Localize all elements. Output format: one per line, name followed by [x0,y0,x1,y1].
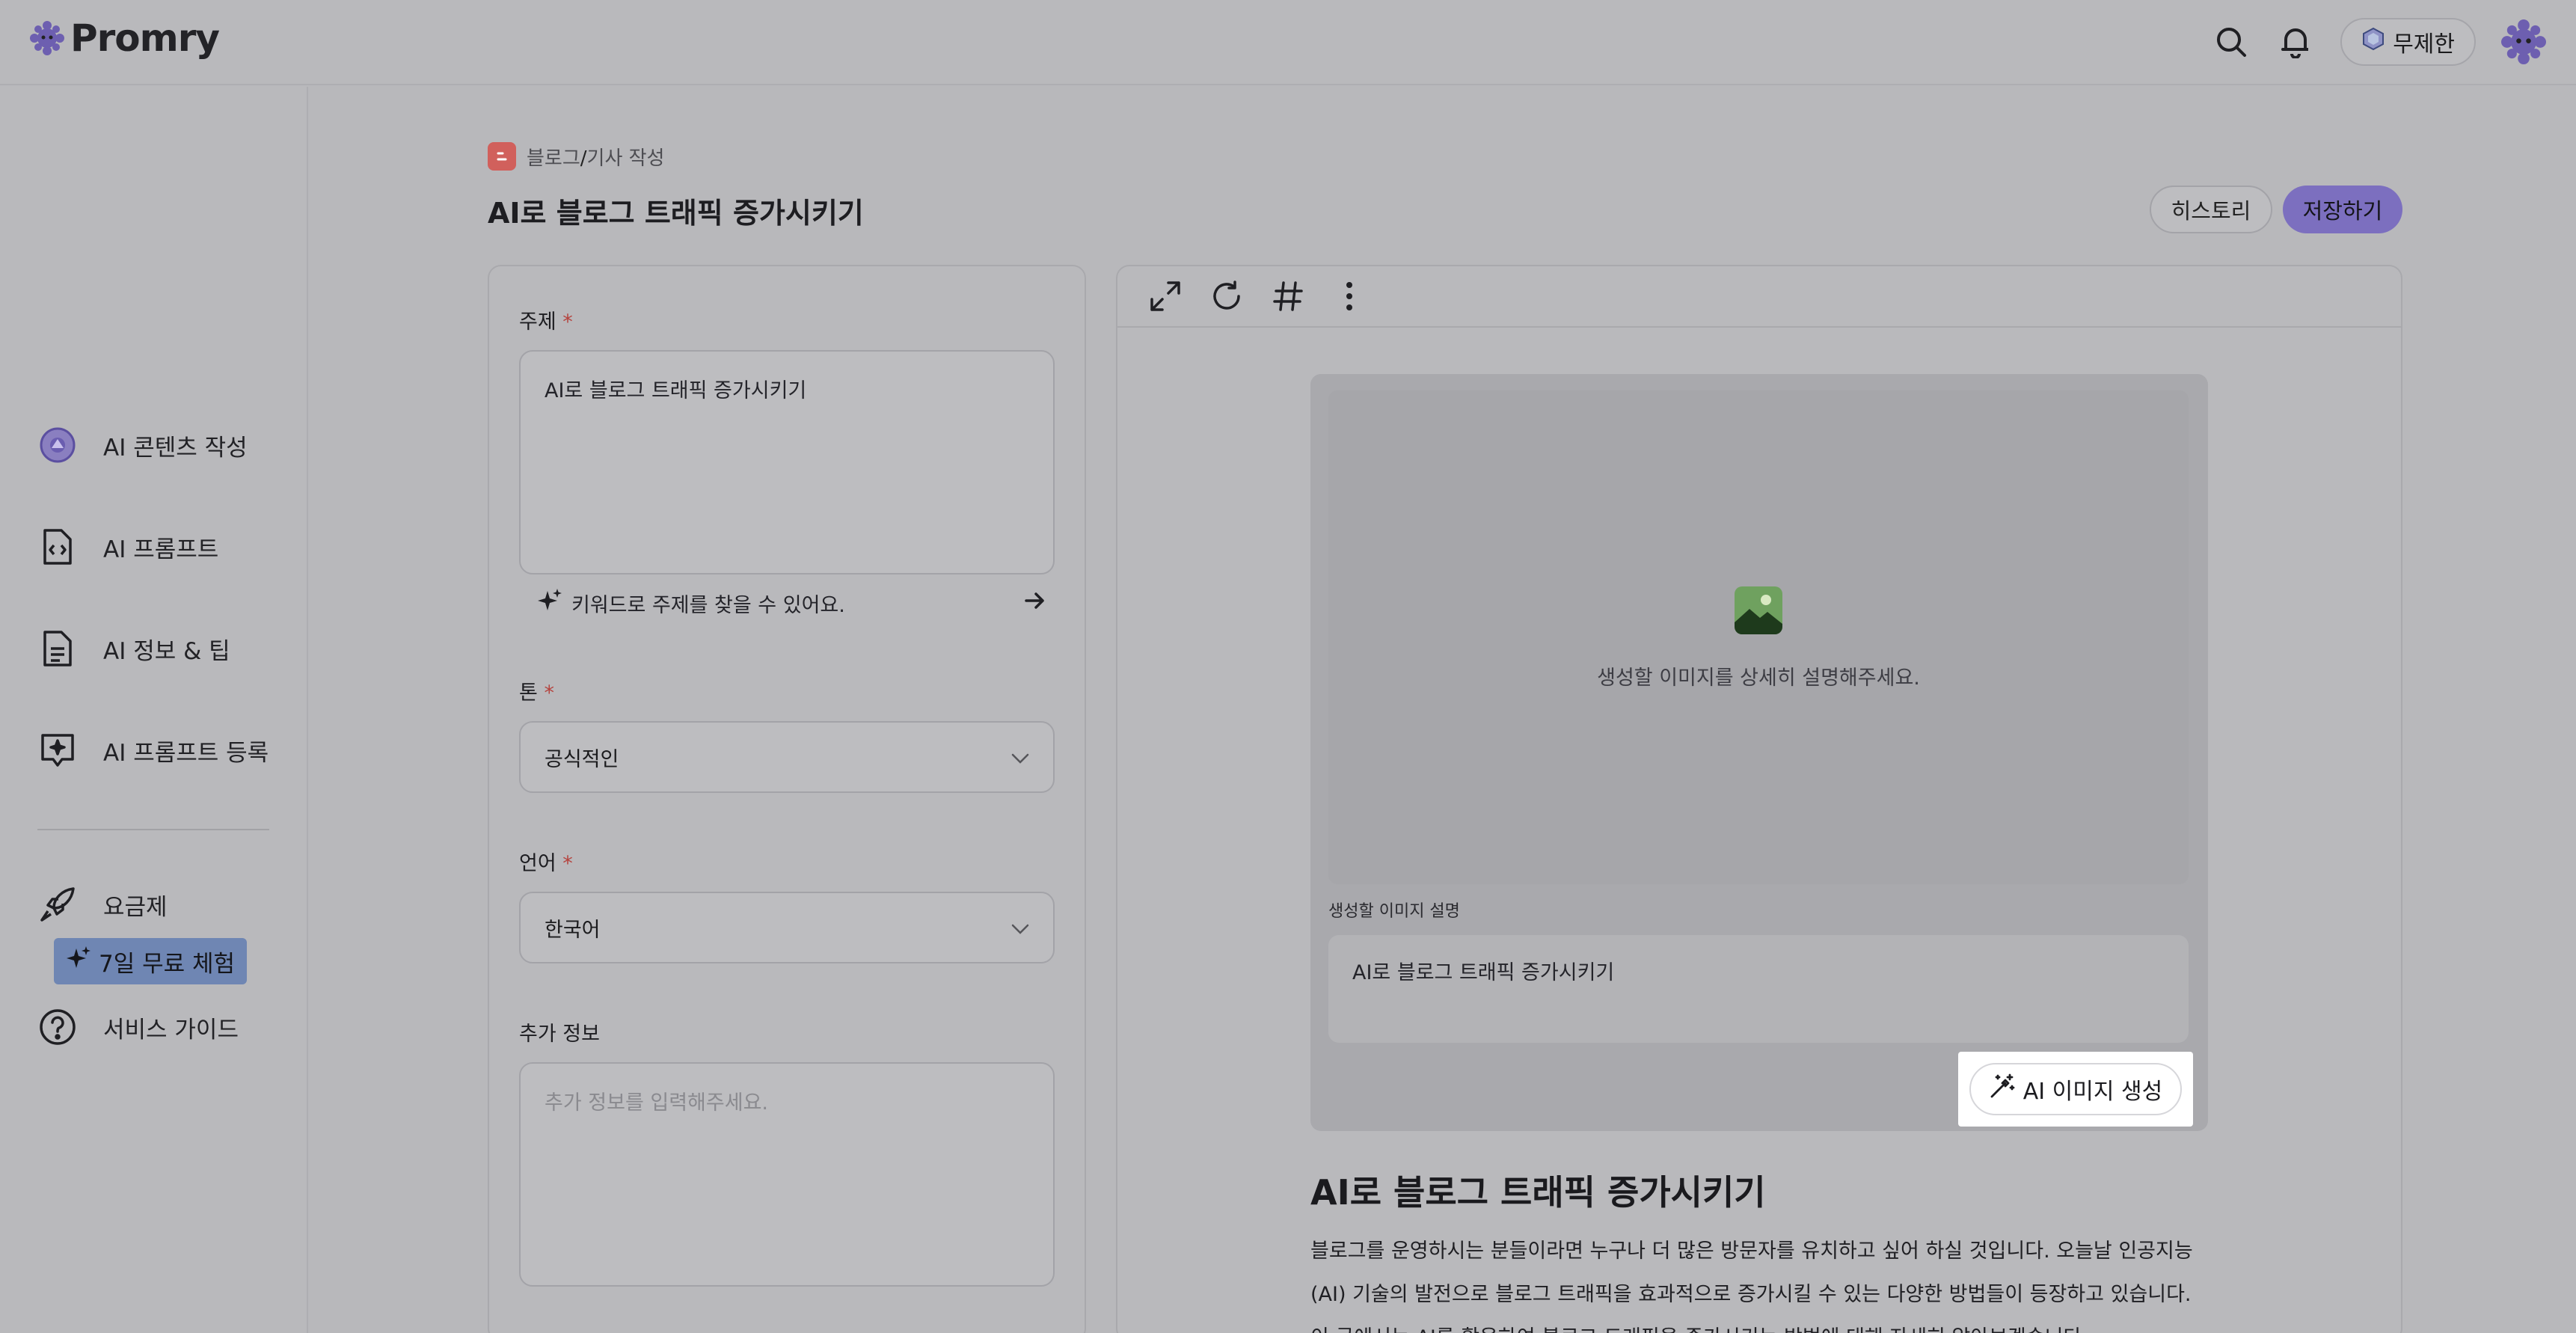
sidebar-divider [37,829,269,830]
logo-icon [30,21,64,55]
ai-content-icon [37,425,78,465]
article-title[interactable]: AI로 블로그 트래픽 증가시키기 [1310,1165,1766,1215]
page-title: AI로 블로그 트래픽 증가시키기 [488,197,864,230]
image-prompt-hint: 생성할 이미지를 상세히 설명해주세요. [1597,666,1920,690]
image-description-input[interactable]: AI로 블로그 트래픽 증가시키기 [1328,935,2189,1043]
save-button[interactable]: 저장하기 [2283,186,2402,233]
image-icon [1733,585,1784,639]
blogger-icon [488,142,516,171]
image-generator-card: 생성할 이미지를 상세히 설명해주세요. 생성할 이미지 설명 AI로 블로그 … [1310,374,2208,1131]
generate-button-highlight: AI 이미지 생성 [1958,1052,2193,1127]
language-value: 한국어 [545,918,601,942]
sparkle-chat-icon [37,730,78,770]
sidebar-item-label: AI 정보 & 팁 [103,637,230,665]
sidebar-item-ai-prompt[interactable]: AI 프롬프트 [37,527,218,567]
image-description-label: 생성할 이미지 설명 [1328,902,1460,921]
hashtag-icon[interactable] [1270,278,1306,314]
language-label: 언어 * [519,852,573,875]
keyword-hint-row[interactable]: 키워드로 주제를 찾을 수 있어요. [537,588,1046,619]
more-icon[interactable] [1331,278,1367,314]
language-select[interactable]: 한국어 [519,892,1055,963]
code-file-icon [37,527,78,567]
sidebar-item-label: AI 프롬프트 [103,536,219,563]
trial-label: 7일 무료 체험 [99,950,236,978]
sidebar: AI 콘텐츠 작성 AI 프롬프트 AI 정보 & 팁 AI 프롬프트 등록 요… [0,87,308,1333]
article-body[interactable]: 블로그를 운영하시는 분들이라면 누구나 더 많은 방문자를 유치하고 싶어 하… [1310,1230,2208,1333]
free-trial-badge[interactable]: 7일 무료 체험 [54,938,248,984]
sparkle-icon [66,946,91,977]
ai-image-generate-button[interactable]: AI 이미지 생성 [1969,1063,2182,1115]
sidebar-item-pricing[interactable]: 요금제 [37,884,168,925]
magic-wand-icon [1989,1073,2016,1106]
editor-panel: 생성할 이미지를 상세히 설명해주세요. 생성할 이미지 설명 AI로 블로그 … [1116,265,2402,1333]
sidebar-item-ai-content[interactable]: AI 콘텐츠 작성 [37,425,248,465]
arrow-right-icon[interactable] [1023,589,1046,617]
bell-icon[interactable] [2276,22,2315,61]
tone-select[interactable]: 공식적인 [519,721,1055,793]
chevron-down-icon [1011,746,1029,769]
avatar[interactable] [2501,19,2546,64]
sidebar-item-prompt-register[interactable]: AI 프롬프트 등록 [37,730,269,770]
plan-label: 무제한 [2393,31,2455,58]
sidebar-item-label: AI 프롬프트 등록 [103,739,269,767]
sidebar-item-label: AI 콘텐츠 작성 [103,434,248,462]
sidebar-item-ai-tips[interactable]: AI 정보 & 팁 [37,628,230,669]
breadcrumb-section[interactable]: 블로그 [527,147,580,170]
sidebar-item-label: 서비스 가이드 [103,1016,239,1044]
topic-label: 주제 * [519,310,573,334]
logo-text: Promry [70,16,220,60]
refresh-icon[interactable] [1209,278,1245,314]
sparkle-icon [537,588,562,619]
generate-button-label: AI 이미지 생성 [2023,1079,2163,1105]
rocket-icon [37,884,78,925]
extra-info-input[interactable]: 추가 정보를 입력해주세요. [519,1062,1055,1287]
top-bar: Promry 무제한 [0,0,2576,85]
search-icon[interactable] [2212,22,2251,61]
expand-icon[interactable] [1147,278,1183,314]
keyword-hint-text: 키워드로 주제를 찾을 수 있어요. [571,594,845,617]
sidebar-item-guide[interactable]: 서비스 가이드 [37,1007,239,1047]
breadcrumb-page: 기사 작성 [586,147,665,170]
sidebar-item-label: 요금제 [103,893,168,921]
help-icon [37,1007,78,1047]
image-placeholder[interactable]: 생성할 이미지를 상세히 설명해주세요. [1328,390,2189,884]
editor-toolbar [1117,266,2401,328]
tone-value: 공식적인 [545,747,619,771]
plan-badge[interactable]: 무제한 [2340,18,2476,66]
breadcrumb-separator: / [580,147,587,170]
tone-label: 톤 * [519,681,554,705]
form-panel: 주제 * AI로 블로그 트래픽 증가시키기 키워드로 주제를 찾을 수 있어요… [488,265,1086,1333]
extra-info-label: 추가 정보 [519,1023,600,1046]
breadcrumb: 블로그/기사 작성 [488,142,664,171]
logo[interactable]: Promry [30,16,220,60]
document-icon [37,628,78,669]
plan-icon [2361,27,2385,57]
topic-input[interactable]: AI로 블로그 트래픽 증가시키기 [519,350,1055,574]
history-button[interactable]: 히스토리 [2150,186,2272,233]
chevron-down-icon [1011,916,1029,940]
